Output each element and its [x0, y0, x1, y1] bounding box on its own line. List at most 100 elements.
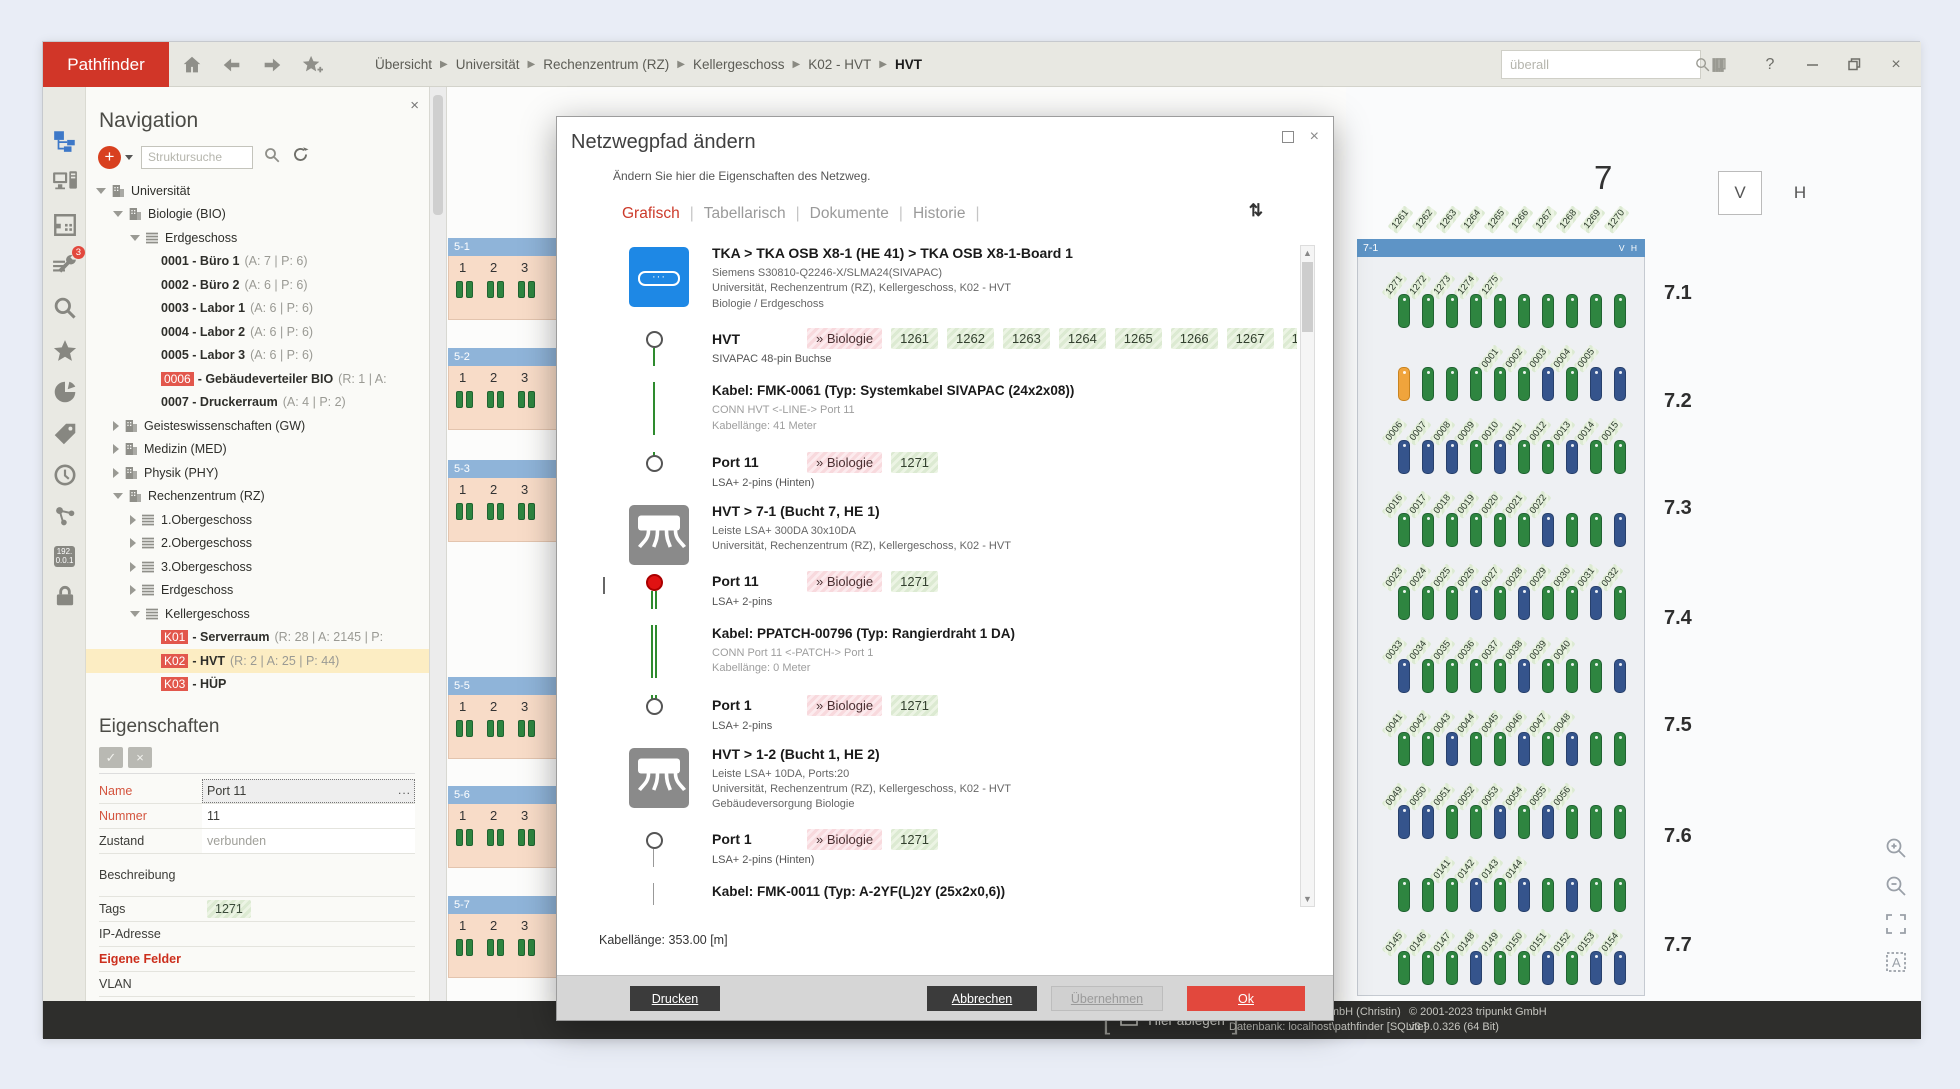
rack-port[interactable] [1518, 951, 1530, 985]
help-button[interactable]: ? [1753, 50, 1787, 80]
rack-port[interactable] [1566, 440, 1578, 474]
connector-block[interactable] [487, 503, 494, 520]
rack-port[interactable] [1446, 294, 1458, 328]
tree-item[interactable]: K03- HÜP [86, 673, 429, 697]
rack-port[interactable] [1614, 805, 1626, 839]
rack-port[interactable] [1614, 367, 1626, 401]
add-button[interactable]: + [98, 146, 121, 169]
patch-panel-5-5[interactable]: 5-5123 [448, 677, 570, 759]
rack-port[interactable] [1590, 586, 1602, 620]
connector-block[interactable] [456, 829, 463, 846]
rack-port[interactable] [1494, 732, 1506, 766]
rack-port[interactable] [1518, 440, 1530, 474]
breadcrumb-item[interactable]: Übersicht [371, 55, 436, 74]
tree-item[interactable]: 0005 - Labor 3(A: 6 | P: 6) [86, 344, 429, 368]
tree-item[interactable]: 3.Obergeschoss [86, 555, 429, 579]
rack-port[interactable] [1518, 513, 1530, 547]
tree-item[interactable]: 0001 - Büro 1(A: 7 | P: 6) [86, 250, 429, 274]
connector-block[interactable] [456, 281, 463, 298]
rack-port[interactable] [1446, 367, 1458, 401]
rack-port[interactable] [1614, 659, 1626, 693]
patch-panel-5-3[interactable]: 5-3123 [448, 460, 570, 542]
rack-port[interactable] [1470, 513, 1482, 547]
connector-block[interactable] [466, 720, 473, 737]
tree-item[interactable]: 1.Obergeschoss [86, 508, 429, 532]
connector-block[interactable] [528, 503, 535, 520]
minimize-button[interactable] [1795, 50, 1829, 80]
property-value[interactable]: Port 11... [202, 779, 415, 803]
abbrechen-button[interactable]: Abbrechen [927, 986, 1037, 1011]
rack-port[interactable] [1446, 805, 1458, 839]
tree-item[interactable]: 0003 - Labor 1(A: 6 | P: 6) [86, 297, 429, 321]
rack-port[interactable] [1614, 440, 1626, 474]
tab-dokumente[interactable]: Dokumente [810, 205, 889, 223]
rack-port[interactable] [1566, 805, 1578, 839]
rack-port[interactable] [1614, 294, 1626, 328]
rack-port[interactable] [1422, 805, 1434, 839]
rack-port[interactable] [1590, 513, 1602, 547]
rack-port[interactable] [1494, 440, 1506, 474]
rack-port[interactable] [1494, 659, 1506, 693]
patch-panel-5-2[interactable]: 5-2123 [448, 348, 570, 430]
rack-port[interactable] [1494, 513, 1506, 547]
nav-canvas-scrollbar[interactable] [429, 87, 447, 1001]
rack-port[interactable] [1518, 732, 1530, 766]
rack-port[interactable] [1590, 294, 1602, 328]
rack-port[interactable] [1566, 586, 1578, 620]
scroll-up-icon[interactable]: ▲ [1301, 246, 1314, 260]
port-name[interactable]: Port 1 [712, 831, 798, 847]
device-title[interactable]: HVT > 1-2 (Bucht 1, HE 2) [712, 746, 1297, 762]
rack-port[interactable] [1542, 805, 1554, 839]
rack-port[interactable] [1446, 659, 1458, 693]
rack-port[interactable] [1446, 440, 1458, 474]
connector-block[interactable] [528, 829, 535, 846]
rack-port[interactable] [1494, 367, 1506, 401]
connector-block[interactable] [466, 939, 473, 956]
tree-item[interactable]: K01- Serverraum(R: 28 | A: 2145 | P: [86, 626, 429, 650]
port-node[interactable] [646, 698, 663, 715]
rack-port[interactable] [1590, 732, 1602, 766]
connector-block[interactable] [528, 939, 535, 956]
rack-port[interactable] [1470, 732, 1482, 766]
port-node[interactable] [646, 832, 663, 849]
connector-block[interactable] [528, 281, 535, 298]
scrollbar-thumb[interactable] [433, 95, 443, 215]
rack-port[interactable] [1398, 294, 1410, 328]
tree-item[interactable]: Rechenzentrum (RZ) [86, 485, 429, 509]
rack-port[interactable] [1518, 367, 1530, 401]
connector-block[interactable] [497, 391, 504, 408]
connector-block[interactable] [497, 503, 504, 520]
rack-port[interactable] [1494, 586, 1506, 620]
dialog-scrollbar[interactable]: ▲ ▼ [1300, 245, 1315, 907]
expand-icon[interactable] [130, 538, 136, 548]
cable-title[interactable]: Kabel: FMK-0061 (Typ: Systemkabel SIVAPA… [712, 383, 1297, 398]
sidebar-item-pie-chart[interactable] [47, 377, 82, 412]
sidebar-item-tag[interactable] [47, 419, 82, 454]
connector-block[interactable] [456, 391, 463, 408]
sidebar-item-history[interactable] [47, 460, 82, 495]
rack-port[interactable] [1494, 878, 1506, 912]
port-node[interactable] [646, 455, 663, 472]
structure-search-icon[interactable] [263, 146, 281, 169]
rack-port[interactable] [1614, 951, 1626, 985]
sidebar-item-navigation-tree[interactable] [47, 126, 82, 161]
ok-button[interactable]: Ok [1187, 986, 1305, 1011]
rack-port[interactable] [1518, 805, 1530, 839]
rack-port[interactable] [1542, 367, 1554, 401]
rack-header[interactable]: 7-1 V H [1357, 239, 1645, 257]
port-name[interactable]: Port 1 [712, 697, 798, 713]
rack-port[interactable] [1422, 513, 1434, 547]
forward-icon[interactable] [259, 52, 285, 78]
favorite-add-icon[interactable] [299, 52, 325, 78]
tab-historie[interactable]: Historie [913, 205, 966, 223]
connector-block[interactable] [518, 503, 525, 520]
breadcrumb-item[interactable]: Kellergeschoss [689, 55, 789, 74]
rack-port[interactable] [1470, 878, 1482, 912]
rack-port[interactable] [1566, 951, 1578, 985]
rack-port[interactable] [1614, 513, 1626, 547]
connector-block[interactable] [528, 720, 535, 737]
rack-port[interactable] [1518, 878, 1530, 912]
rack-port[interactable] [1398, 805, 1410, 839]
rack-port[interactable] [1494, 951, 1506, 985]
connector-block[interactable] [487, 281, 494, 298]
